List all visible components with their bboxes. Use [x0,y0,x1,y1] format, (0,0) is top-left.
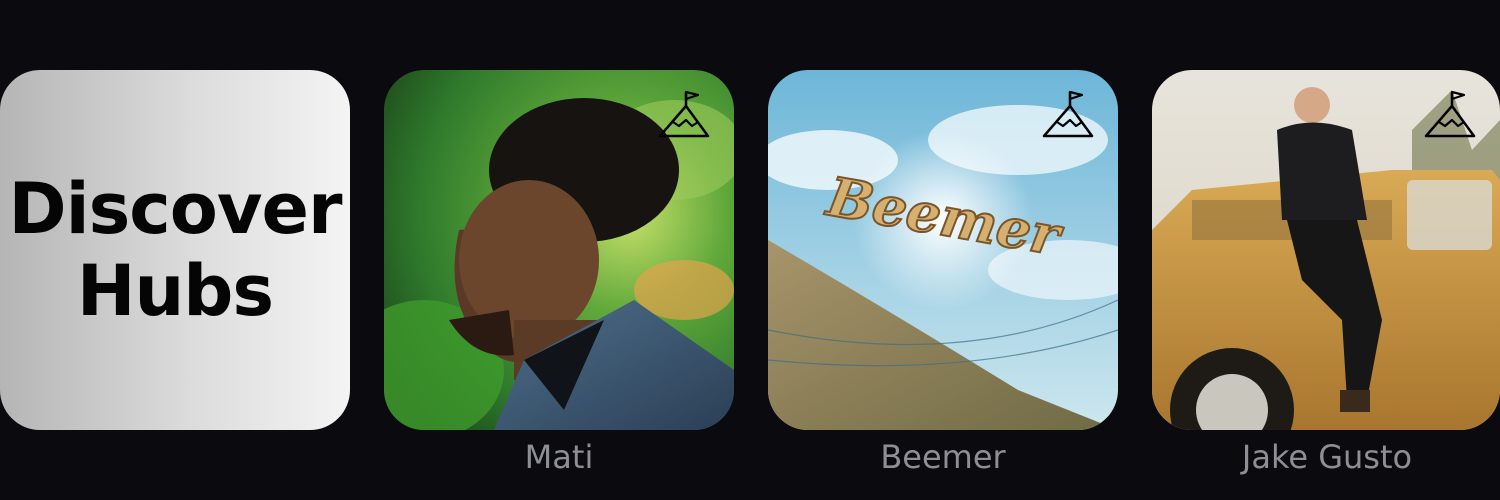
discover-hubs-title: Discover Hubs [5,168,345,332]
hub-name-beemer[interactable]: Beemer [768,438,1118,476]
hub-name-mati[interactable]: Mati [384,438,734,476]
discover-title-line-1: Discover [8,168,343,250]
summit-flag-icon [656,86,712,142]
hub-name-jake-gusto[interactable]: Jake Gusto [1152,438,1500,476]
summit-flag-icon [1422,86,1478,142]
hub-card-beemer[interactable]: Beemer [768,70,1118,430]
discover-hubs-card[interactable]: Discover Hubs [0,70,350,430]
summit-flag-icon [1040,86,1096,142]
discover-title-line-2: Hubs [76,250,274,332]
hub-card-mati[interactable] [384,70,734,430]
hubs-carousel: Discover Hubs Beemer Mati Beemer Jake Gu… [0,0,1500,500]
hub-card-jake-gusto[interactable] [1152,70,1500,430]
